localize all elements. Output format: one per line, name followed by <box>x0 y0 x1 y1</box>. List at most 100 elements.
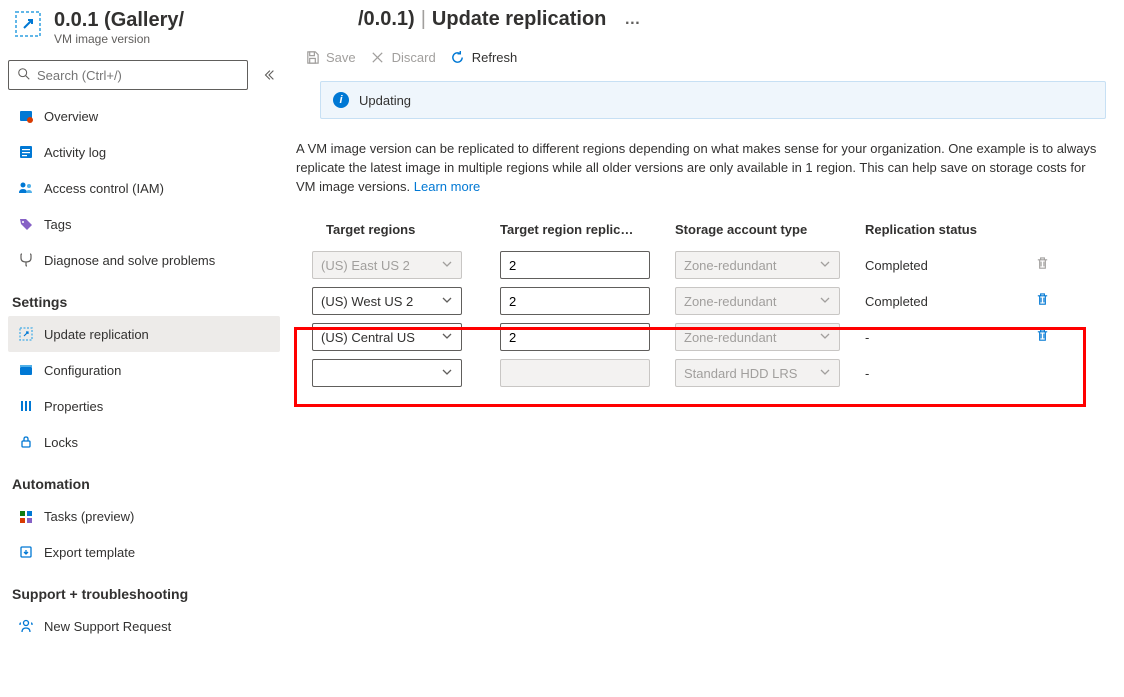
vm-image-version-icon <box>12 8 44 40</box>
status-text: Completed <box>865 258 928 273</box>
refresh-icon <box>450 49 466 65</box>
replication-table: Target regions Target region replic… Sto… <box>304 214 1106 391</box>
diagnose-icon <box>18 252 34 268</box>
automation-section-title: Automation <box>8 460 280 498</box>
region-select[interactable] <box>312 359 462 387</box>
replicas-input[interactable] <box>500 323 650 351</box>
nav-label: Activity log <box>44 145 106 160</box>
nav-label: Overview <box>44 109 98 124</box>
support-section-title: Support + troubleshooting <box>8 570 280 608</box>
sidebar: 0.0.1 (Gallery/ VM image version Overvie… <box>0 0 288 697</box>
resource-title: 0.0.1 (Gallery/ <box>54 8 184 32</box>
search-box[interactable] <box>8 60 248 90</box>
search-icon <box>17 67 31 84</box>
locks-icon <box>18 434 34 450</box>
region-select: (US) East US 2 <box>312 251 462 279</box>
nav-diagnose[interactable]: Diagnose and solve problems <box>8 242 280 278</box>
delete-button[interactable] <box>1035 328 1050 346</box>
nav-label: New Support Request <box>44 619 171 634</box>
nav-label: Update replication <box>44 327 149 342</box>
notification-text: Updating <box>359 93 411 108</box>
col-regions: Target regions <box>304 214 494 247</box>
delete-button[interactable] <box>1035 292 1050 310</box>
resource-subtitle: VM image version <box>54 32 184 46</box>
nav-overview[interactable]: Overview <box>8 98 280 134</box>
nav-new-support-request[interactable]: New Support Request <box>8 608 280 644</box>
nav-tasks[interactable]: Tasks (preview) <box>8 498 280 534</box>
col-storage: Storage account type <box>669 214 859 247</box>
nav-label: Tags <box>44 217 71 232</box>
chevron-down-icon <box>441 330 453 345</box>
nav-configuration[interactable]: Configuration <box>8 352 280 388</box>
search-input[interactable] <box>37 68 239 83</box>
status-text: - <box>865 366 869 381</box>
overview-icon <box>18 108 34 124</box>
replicas-input <box>500 359 650 387</box>
breadcrumb-separator: | <box>421 8 426 31</box>
activity-log-icon <box>18 144 34 160</box>
delete-button <box>1035 256 1050 274</box>
info-icon: i <box>333 92 349 108</box>
updating-notification: i Updating <box>320 81 1106 119</box>
nav-update-replication[interactable]: Update replication <box>8 316 280 352</box>
resource-header: 0.0.1 (Gallery/ VM image version <box>8 4 280 60</box>
replicas-input[interactable] <box>500 287 650 315</box>
settings-section-title: Settings <box>8 278 280 316</box>
storage-select[interactable]: Zone-redundant <box>675 251 840 279</box>
update-replication-icon <box>18 326 34 342</box>
toolbar: Save Discard Refresh <box>296 49 1106 81</box>
breadcrumb-mid: /0.0.1) <box>358 8 415 31</box>
nav-label: Diagnose and solve problems <box>44 253 215 268</box>
chevron-down-icon <box>441 294 453 309</box>
export-template-icon <box>18 544 34 560</box>
nav-label: Properties <box>44 399 103 414</box>
collapse-sidebar-button[interactable] <box>258 64 280 86</box>
chevron-down-icon <box>819 330 831 345</box>
main-content: /0.0.1) | Update replication … Save Disc… <box>288 0 1124 697</box>
region-select[interactable]: (US) Central US <box>312 323 462 351</box>
tags-icon <box>18 216 34 232</box>
nav-tags[interactable]: Tags <box>8 206 280 242</box>
breadcrumb-suffix: Update replication <box>432 8 606 31</box>
discard-label: Discard <box>392 50 436 65</box>
status-text: Completed <box>865 294 928 309</box>
configuration-icon <box>18 362 34 378</box>
replicas-input[interactable] <box>500 251 650 279</box>
access-control-icon <box>18 180 34 196</box>
nav-label: Configuration <box>44 363 121 378</box>
nav-properties[interactable]: Properties <box>8 388 280 424</box>
more-actions-button[interactable]: … <box>612 11 641 29</box>
discard-button[interactable]: Discard <box>370 49 436 65</box>
support-icon <box>18 618 34 634</box>
learn-more-link[interactable]: Learn more <box>414 179 480 194</box>
properties-icon <box>18 398 34 414</box>
storage-select[interactable]: Standard HDD LRS <box>675 359 840 387</box>
nav-locks[interactable]: Locks <box>8 424 280 460</box>
chevron-down-icon <box>819 258 831 273</box>
nav-activity-log[interactable]: Activity log <box>8 134 280 170</box>
chevron-down-icon <box>441 258 453 273</box>
region-select[interactable]: (US) West US 2 <box>312 287 462 315</box>
page-title: /0.0.1) | Update replication … <box>296 8 1106 49</box>
refresh-label: Refresh <box>472 50 518 65</box>
status-text: - <box>865 330 869 345</box>
chevron-down-icon <box>819 294 831 309</box>
col-actions <box>1029 214 1079 247</box>
save-button[interactable]: Save <box>304 49 356 65</box>
save-label: Save <box>326 50 356 65</box>
chevron-down-icon <box>819 366 831 381</box>
refresh-button[interactable]: Refresh <box>450 49 518 65</box>
description: A VM image version can be replicated to … <box>296 139 1106 214</box>
storage-select[interactable]: Zone-redundant <box>675 323 840 351</box>
tasks-icon <box>18 508 34 524</box>
chevron-down-icon <box>441 366 453 381</box>
nav-access-control[interactable]: Access control (IAM) <box>8 170 280 206</box>
nav-export-template[interactable]: Export template <box>8 534 280 570</box>
col-status: Replication status <box>859 214 1029 247</box>
nav-label: Export template <box>44 545 135 560</box>
storage-select[interactable]: Zone-redundant <box>675 287 840 315</box>
col-replicas: Target region replic… <box>494 214 669 247</box>
nav-label: Access control (IAM) <box>44 181 164 196</box>
nav-label: Tasks (preview) <box>44 509 134 524</box>
discard-icon <box>370 49 386 65</box>
